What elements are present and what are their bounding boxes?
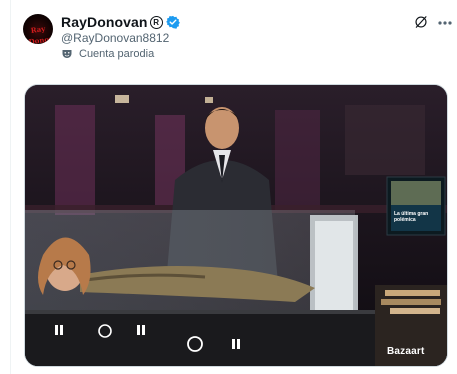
media-illustration xyxy=(25,85,447,366)
more-dots-icon[interactable] xyxy=(438,21,452,25)
avatar[interactable]: Ray Donovan xyxy=(23,14,53,44)
tweet-media-image[interactable] xyxy=(24,84,448,367)
bazaart-watermark: Bazaart xyxy=(387,346,425,357)
theater-mask-icon xyxy=(62,50,72,58)
grok-icon[interactable] xyxy=(414,15,428,29)
verified-badge-icon xyxy=(165,15,180,29)
registered-mark-icon: R xyxy=(149,15,163,29)
display-name[interactable]: RayDonovan xyxy=(61,14,148,30)
author-handle[interactable]: @RayDonovan8812 xyxy=(61,31,169,45)
tv-screen-caption: La última gran polémica xyxy=(394,211,429,223)
thread-divider xyxy=(10,0,11,374)
parody-label-text: Cuenta parodia xyxy=(79,48,155,60)
author-name-row[interactable]: RayDonovan R xyxy=(61,13,180,31)
parody-label: Cuenta parodia xyxy=(61,48,154,60)
avatar-logo-text: Ray Donovan xyxy=(28,24,53,44)
